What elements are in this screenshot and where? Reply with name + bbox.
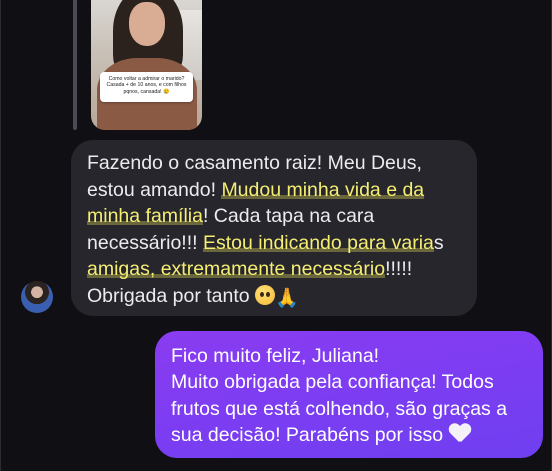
story-question-sticker: Como voltar a admirar o marido? Casada +… — [100, 72, 193, 102]
sender-avatar[interactable] — [21, 281, 53, 313]
story-person-face — [129, 2, 165, 46]
message-text: ! Cada tapa na cara — [202, 205, 375, 228]
message-text: !!!!! — [385, 258, 413, 281]
message-text: estou amando! — [87, 178, 222, 201]
smiling-face-with-tear-icon — [255, 284, 276, 305]
highlighted-text: amigas, extremamente necessário — [87, 258, 386, 281]
message-line: Muito obrigada pela confiança! Todos — [171, 371, 494, 394]
folded-hands-icon: 🙏 — [275, 287, 299, 309]
highlighted-text: Mudou minha vida e da — [221, 178, 425, 201]
highlighted-text: minha família — [87, 205, 203, 228]
message-line: necessário!!! Estou indicando para varia… — [87, 230, 461, 257]
incoming-message-bubble[interactable]: Fazendo o casamento raiz! Meu Deus, esto… — [71, 140, 477, 316]
question-line: pqnos, cansada! 😢 — [123, 88, 170, 95]
message-line: frutos que está colhendo, são graças a — [171, 397, 508, 420]
message-line: amigas, extremamente necessário!!!!! — [87, 256, 461, 283]
message-text: Obrigada por tanto — [87, 284, 256, 307]
question-line: Casada + de 10 anos, e com filhos — [106, 82, 187, 89]
message-line: Obrigada por tanto 🙏 — [87, 283, 461, 313]
outgoing-message-bubble[interactable]: Fico muito feliz, Juliana! Muito obrigad… — [155, 331, 543, 458]
message-text: s — [433, 231, 444, 254]
message-text: sua decisão! Parabéns por isso — [171, 424, 449, 447]
message-text: Fazendo o casamento raiz! Meu Deus, — [87, 152, 422, 174]
reply-indicator-bar — [73, 0, 77, 130]
message-line: Fazendo o casamento raiz! Meu Deus, — [87, 150, 461, 177]
chat-thread: Como voltar a admirar o marido? Casada +… — [0, 0, 552, 471]
replied-story-preview[interactable]: Como voltar a admirar o marido? Casada +… — [91, 0, 202, 130]
highlighted-text: Estou indicando para varia — [202, 231, 434, 254]
message-text: necessário!!! — [87, 231, 203, 254]
message-line: Fico muito feliz, Juliana! — [171, 345, 380, 367]
message-line: estou amando! Mudou minha vida e da — [87, 177, 461, 204]
white-heart-icon — [449, 424, 471, 444]
message-line: minha família! Cada tapa na cara — [87, 203, 461, 230]
message-line: sua decisão! Parabéns por isso — [171, 422, 527, 448]
